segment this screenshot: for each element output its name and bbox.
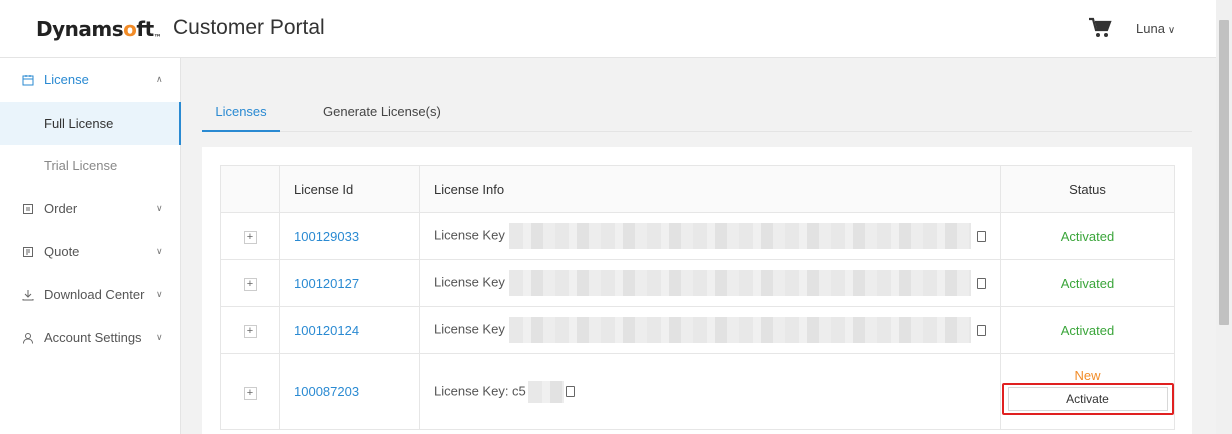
- column-header-status: Status: [1000, 165, 1175, 213]
- chevron-down-icon: ∨: [156, 332, 163, 342]
- sidebar: License ∧ Full License Trial License Ord…: [0, 58, 181, 434]
- license-id-link[interactable]: 100120124: [294, 323, 359, 338]
- quote-icon: [23, 246, 33, 257]
- top-bar: Dynamsoft™ Customer Portal Luna ∨: [0, 0, 1216, 58]
- scrollbar-thumb[interactable]: [1219, 20, 1229, 325]
- scrollbar[interactable]: [1216, 0, 1232, 434]
- sidebar-item-download-center[interactable]: Download Center ∨: [0, 273, 181, 316]
- license-key-label: License Key: c5: [434, 382, 526, 398]
- sidebar-item-label: Quote: [44, 244, 80, 259]
- copy-icon[interactable]: [976, 277, 986, 289]
- user-icon: [23, 332, 33, 344]
- user-menu[interactable]: Luna ∨: [1136, 21, 1175, 36]
- activate-highlight-box: Activate: [1001, 383, 1174, 415]
- expand-row-button[interactable]: +: [243, 278, 257, 291]
- redacted-license-key: [527, 380, 564, 403]
- table-row: + 100120127 License Key Activated: [220, 259, 1175, 307]
- redacted-license-key: [508, 223, 971, 249]
- licenses-card: License Id License Info Status + 1001290…: [202, 147, 1192, 434]
- activate-button[interactable]: Activate: [1007, 387, 1168, 411]
- copy-icon[interactable]: [565, 386, 575, 397]
- license-key-label: License Key: [434, 274, 505, 290]
- expand-row-button[interactable]: +: [243, 386, 257, 400]
- license-id-link[interactable]: 100087203: [294, 384, 359, 399]
- chevron-up-icon: ∧: [156, 74, 163, 84]
- license-icon: [22, 74, 34, 85]
- license-id-link[interactable]: 100129033: [294, 229, 359, 244]
- copy-icon[interactable]: [976, 324, 986, 336]
- sidebar-item-account-settings[interactable]: Account Settings ∨: [0, 316, 181, 359]
- table-row: + 100087203 License Key: c5 New Activate: [220, 353, 1175, 430]
- sidebar-item-label: Full License: [44, 116, 114, 131]
- license-id-link[interactable]: 100120127: [294, 276, 359, 291]
- dynamsoft-logo[interactable]: Dynamsoft™: [36, 17, 162, 42]
- table-row: + 100120124 License Key Activated: [220, 306, 1175, 354]
- shopping-cart-icon[interactable]: [1088, 17, 1112, 39]
- sidebar-item-trial-license[interactable]: Trial License: [0, 144, 181, 187]
- status-badge: Activated: [1060, 322, 1115, 338]
- table-row: + 100129033 License Key Activated: [220, 212, 1175, 260]
- chevron-down-icon: ∨: [156, 203, 163, 213]
- license-tabs: Licenses Generate License(s): [202, 96, 1192, 132]
- sidebar-item-label: License: [44, 72, 89, 87]
- status-badge: Activated: [1060, 275, 1115, 291]
- sidebar-item-quote[interactable]: Quote ∨: [0, 230, 181, 273]
- licenses-table: License Id License Info Status + 1001290…: [220, 165, 1175, 430]
- page-title: Customer Portal: [173, 16, 325, 39]
- redacted-license-key: [508, 317, 971, 343]
- sidebar-item-license[interactable]: License ∧: [0, 58, 181, 101]
- status-badge: Activated: [1060, 228, 1115, 244]
- user-name: Luna: [1136, 21, 1165, 36]
- expand-row-button[interactable]: +: [243, 325, 257, 338]
- sidebar-item-full-license[interactable]: Full License: [0, 102, 181, 145]
- chevron-down-icon: ∨: [156, 246, 163, 256]
- chevron-down-icon: ∨: [156, 289, 163, 299]
- tab-generate-licenses[interactable]: Generate License(s): [323, 96, 441, 132]
- license-key-label: License Key: [434, 227, 505, 243]
- expand-row-button[interactable]: +: [243, 231, 257, 244]
- sidebar-item-label: Account Settings: [44, 330, 142, 345]
- tab-licenses[interactable]: Licenses: [202, 96, 280, 132]
- sidebar-item-label: Order: [44, 201, 78, 216]
- status-badge: New: [1074, 368, 1101, 383]
- sidebar-item-label: Download Center: [44, 287, 145, 302]
- column-header-license-id: License Id: [279, 165, 420, 213]
- download-icon: [22, 289, 34, 300]
- redacted-license-key: [508, 270, 971, 296]
- column-header-license-info: License Info: [419, 165, 1001, 213]
- sidebar-item-label: Trial License: [44, 158, 118, 173]
- order-icon: [23, 203, 33, 214]
- sidebar-item-order[interactable]: Order ∨: [0, 187, 181, 230]
- license-key-label: License Key: [434, 321, 505, 337]
- table-header-row: License Id License Info Status: [220, 165, 1175, 213]
- copy-icon[interactable]: [976, 230, 986, 242]
- chevron-down-icon: ∨: [1167, 25, 1176, 36]
- column-header-expand: [220, 165, 280, 213]
